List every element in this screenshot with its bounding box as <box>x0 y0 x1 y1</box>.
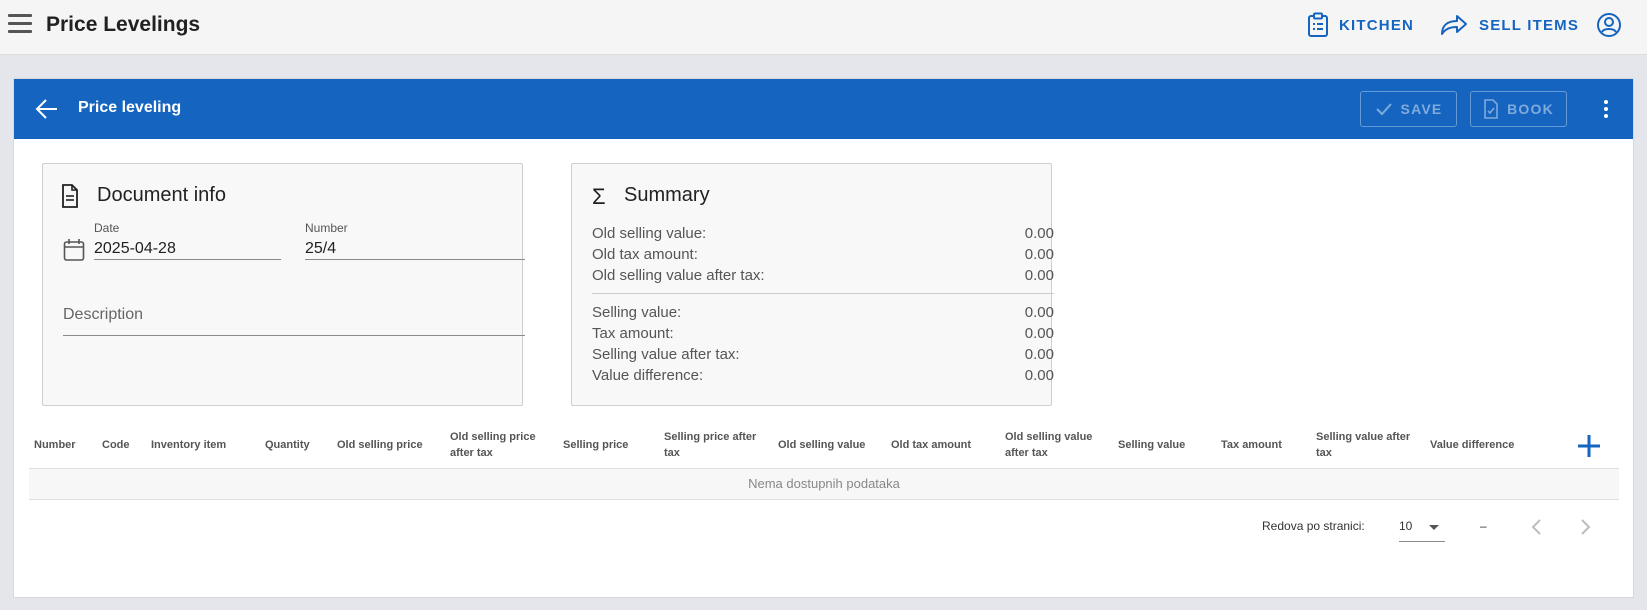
description-field[interactable]: Description <box>63 306 143 324</box>
sell-items-label: SELL ITEMS <box>1479 16 1580 34</box>
date-field[interactable]: 2025-04-28 <box>94 240 176 258</box>
column-header-value-difference[interactable]: Value difference <box>1430 437 1550 453</box>
date-label: Date <box>94 221 120 235</box>
summary-row: Old selling value: 0.00 <box>592 225 1054 242</box>
share-arrow-icon <box>1441 15 1467 35</box>
save-button[interactable]: SAVE <box>1360 91 1457 127</box>
clipboard-icon <box>1308 12 1328 37</box>
summary-row: Selling value: 0.00 <box>592 304 1054 321</box>
number-field[interactable]: 25/4 <box>305 240 336 258</box>
card-header: Price leveling SAVE BOOK <box>14 79 1633 139</box>
price-leveling-card: Price leveling SAVE BOOK Document info D… <box>13 78 1634 598</box>
back-arrow-icon[interactable] <box>34 96 60 122</box>
rows-per-page-label: Redova po stranici: <box>1262 519 1365 533</box>
summary-row: Old selling value after tax: 0.00 <box>592 267 1054 284</box>
book-button[interactable]: BOOK <box>1470 91 1567 127</box>
account-icon[interactable] <box>1596 12 1622 38</box>
page-range: – <box>1480 519 1487 533</box>
book-label: BOOK <box>1507 101 1554 117</box>
column-header-tax-amount[interactable]: Tax amount <box>1221 437 1311 453</box>
column-header-old-selling-price[interactable]: Old selling price <box>337 437 437 453</box>
column-header-old-selling-value[interactable]: Old selling value <box>778 437 878 453</box>
date-underline <box>94 259 281 260</box>
add-row-icon[interactable] <box>1576 433 1602 459</box>
save-label: SAVE <box>1400 101 1443 117</box>
kitchen-button[interactable]: KITCHEN <box>1307 10 1414 40</box>
document-info-title: Document info <box>97 184 226 206</box>
summary-row: Selling value after tax: 0.00 <box>592 346 1054 363</box>
column-header-old-selling-value-after-tax[interactable]: Old selling value after tax <box>1005 429 1101 461</box>
column-header-number[interactable]: Number <box>34 437 94 453</box>
rows-per-page-value: 10 <box>1399 519 1413 533</box>
summary-panel: Σ Summary Old selling value: 0.00 Old tax… <box>571 163 1054 406</box>
summary-divider <box>592 293 1054 294</box>
summary-title: Summary <box>624 184 710 206</box>
summary-row: Value difference: 0.00 <box>592 367 1054 384</box>
column-header-old-selling-price-after-tax[interactable]: Old selling price after tax <box>450 429 546 461</box>
column-header-selling-price[interactable]: Selling price <box>563 437 653 453</box>
column-header-old-tax-amount[interactable]: Old tax amount <box>891 437 991 453</box>
previous-page-icon[interactable] <box>1526 516 1548 538</box>
column-header-selling-price-after-tax[interactable]: Selling price after tax <box>664 429 764 461</box>
document-icon <box>61 184 79 213</box>
calendar-icon[interactable] <box>63 238 85 267</box>
summary-row: Old tax amount: 0.00 <box>592 246 1054 263</box>
chevron-down-icon <box>1429 525 1439 530</box>
number-underline <box>305 259 525 260</box>
page-title: Price Levelings <box>46 13 201 36</box>
column-header-quantity[interactable]: Quantity <box>265 437 325 453</box>
rows-per-page-select[interactable]: 10 <box>1399 514 1445 542</box>
column-header-selling-value[interactable]: Selling value <box>1118 437 1208 453</box>
sigma-icon: Σ <box>592 184 606 209</box>
summary-row: Tax amount: 0.00 <box>592 325 1054 342</box>
kitchen-label: KITCHEN <box>1339 16 1415 34</box>
next-page-icon[interactable] <box>1574 516 1596 538</box>
sell-items-button[interactable]: SELL ITEMS <box>1439 10 1579 40</box>
empty-table-message: Nema dostupnih podataka <box>29 468 1619 500</box>
description-underline <box>63 335 525 336</box>
number-label: Number <box>305 221 348 235</box>
card-title: Price leveling <box>78 99 182 116</box>
document-info-panel: Document info Date 2025-04-28 Number 25/… <box>42 163 525 406</box>
check-icon <box>1375 103 1392 116</box>
more-vert-icon[interactable] <box>1594 97 1618 121</box>
document-check-icon <box>1484 99 1498 119</box>
app-bar: Price Levelings KITCHEN SELL ITEMS <box>0 0 1647 55</box>
column-header-selling-value-after-tax[interactable]: Selling value after tax <box>1316 429 1416 461</box>
column-header-inventory-item[interactable]: Inventory item <box>151 437 251 453</box>
column-header-code[interactable]: Code <box>102 437 142 453</box>
menu-icon[interactable] <box>8 14 32 34</box>
